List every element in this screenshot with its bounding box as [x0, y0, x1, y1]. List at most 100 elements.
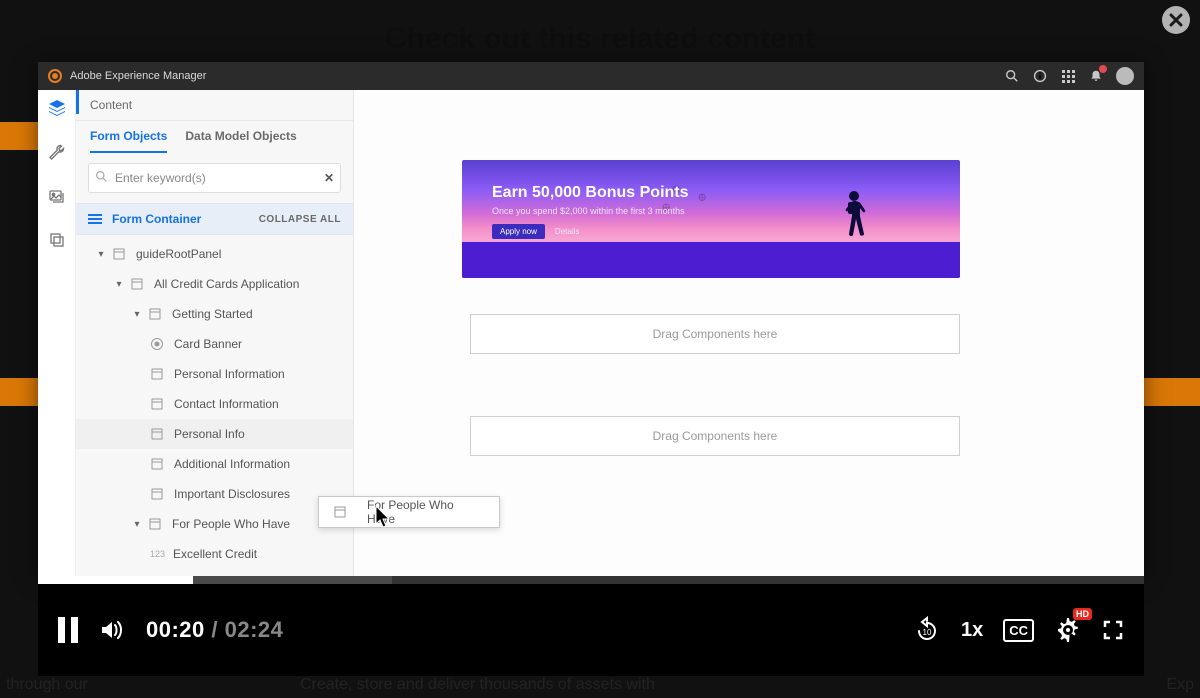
panel-icon [150, 427, 164, 441]
tree-node-root[interactable]: ▾guideRootPanel [76, 239, 353, 269]
drag-ghost: For People Who Have [318, 496, 500, 528]
collapse-all-button[interactable]: COLLAPSE ALL [259, 214, 341, 225]
current-time: 00:20 [146, 617, 205, 642]
close-icon [1169, 13, 1183, 27]
hiker-silhouette [836, 188, 870, 250]
rail-components[interactable] [47, 230, 67, 250]
layers-icon [48, 99, 66, 117]
cc-icon: CC [1003, 619, 1034, 642]
clear-search-button[interactable]: ✕ [324, 171, 334, 185]
banner-title: Earn 50,000 Bonus Points [492, 184, 689, 202]
panel-icon [130, 277, 144, 291]
backdrop-accent [1144, 378, 1200, 406]
panel-icon [333, 505, 347, 519]
target-icon [150, 337, 164, 351]
panel-icon [150, 487, 164, 501]
rail-assets[interactable] [47, 186, 67, 206]
tree-node-disclosures[interactable]: Important Disclosures [76, 479, 353, 509]
fullscreen-button[interactable] [1102, 619, 1124, 641]
numeric-tag: 123 [150, 549, 165, 559]
apps-grid-icon [1062, 70, 1075, 83]
drop-zone[interactable]: Drag Components here [470, 416, 960, 456]
content-tree: ▾guideRootPanel ▾All Credit Cards Applic… [76, 235, 353, 576]
close-overlay-button[interactable] [1162, 6, 1190, 34]
tree-node-for-people[interactable]: ▾For People Who Have [76, 509, 353, 539]
tree-node-card-banner[interactable]: Card Banner [76, 329, 353, 359]
form-container-row[interactable]: Form Container COLLAPSE ALL [76, 203, 353, 235]
progress-bar[interactable] [38, 576, 1144, 584]
tree-node-additional-info[interactable]: Additional Information [76, 449, 353, 479]
container-icon [88, 214, 102, 224]
info-icon [1033, 69, 1047, 83]
drop-zone[interactable]: Drag Components here [470, 314, 960, 354]
tree-node-getting-started[interactable]: ▾Getting Started [76, 299, 353, 329]
tree-node-personal-info[interactable]: Personal Information [76, 359, 353, 389]
chevron-down-icon: ▾ [96, 249, 106, 260]
search-button[interactable] [1004, 68, 1020, 84]
search-input[interactable]: Enter keyword(s) ✕ [88, 163, 341, 193]
fullscreen-icon [1102, 619, 1124, 641]
settings-button[interactable]: HD [1054, 616, 1082, 644]
search-icon [95, 170, 108, 186]
backdrop-heading: Check out this related content [0, 22, 1200, 56]
help-button[interactable] [1032, 68, 1048, 84]
mouse-cursor [374, 504, 396, 530]
adobe-logo-icon [48, 69, 62, 83]
duration: 02:24 [225, 617, 284, 642]
banner-ground [462, 242, 960, 278]
tab-form-objects[interactable]: Form Objects [90, 129, 167, 153]
titlebar: Adobe Experience Manager [38, 62, 1144, 90]
captions-button[interactable]: CC [1003, 619, 1034, 642]
panel-icon [112, 247, 126, 261]
form-container-label: Form Container [112, 212, 201, 226]
rail-content-tree[interactable] [47, 98, 67, 118]
panel-icon [148, 307, 162, 321]
banner-subtitle: Once you spend $2,000 within the first 3… [492, 206, 685, 216]
gear-icon [1054, 616, 1082, 644]
pause-button[interactable] [58, 617, 78, 643]
search-icon [1005, 69, 1019, 83]
bird-icon: 𐀏 [698, 190, 706, 204]
chevron-down-icon: ▾ [114, 279, 124, 290]
rewind-10-button[interactable]: 10 [913, 616, 941, 644]
tab-data-model[interactable]: Data Model Objects [185, 129, 296, 153]
rail-properties[interactable] [47, 142, 67, 162]
chevron-down-icon: ▾ [132, 519, 142, 530]
rail-active-indicator [76, 90, 79, 114]
sidebar-tabs: Form Objects Data Model Objects [76, 121, 353, 153]
banner-cta-details[interactable]: Details [555, 227, 579, 236]
assets-icon [48, 187, 66, 205]
tree-node-contact-info[interactable]: Contact Information [76, 389, 353, 419]
copy-icon [48, 231, 66, 249]
time-display: 00:20 / 02:24 [146, 617, 283, 643]
sidebar-heading: Content [76, 90, 353, 121]
tree-node-excellent-credit[interactable]: 123Excellent Credit [76, 539, 353, 569]
sidebar: Content Form Objects Data Model Objects … [76, 90, 354, 576]
solutions-button[interactable] [1060, 68, 1076, 84]
card-banner-component[interactable]: 𐀏 𐀏 𐀏 Earn 50,000 Bonus Points Once you … [462, 160, 960, 278]
left-rail [38, 90, 76, 576]
wrench-icon [48, 143, 66, 161]
tree-node-personal-info-2[interactable]: Personal Info [76, 419, 353, 449]
search-placeholder: Enter keyword(s) [115, 171, 206, 185]
hd-badge: HD [1073, 608, 1092, 620]
user-avatar[interactable] [1116, 67, 1134, 85]
stage: Check out this related content through o… [0, 0, 1200, 698]
svg-text:10: 10 [923, 628, 932, 637]
backdrop-accent [0, 122, 38, 150]
video-controls: 00:20 / 02:24 10 1x CC HD [38, 576, 1144, 676]
product-title: Adobe Experience Manager [70, 70, 206, 82]
notifications-button[interactable] [1088, 68, 1104, 84]
panel-icon [150, 367, 164, 381]
volume-icon [98, 616, 126, 644]
notification-dot [1099, 65, 1107, 73]
volume-button[interactable] [98, 616, 126, 644]
panel-icon [150, 457, 164, 471]
playback-rate-button[interactable]: 1x [961, 619, 983, 642]
rewind-icon: 10 [913, 616, 941, 644]
banner-cta-apply[interactable]: Apply now [492, 224, 545, 239]
panel-icon [150, 397, 164, 411]
pause-icon [58, 617, 78, 643]
tree-node-app[interactable]: ▾All Credit Cards Application [76, 269, 353, 299]
chevron-down-icon: ▾ [132, 309, 142, 320]
